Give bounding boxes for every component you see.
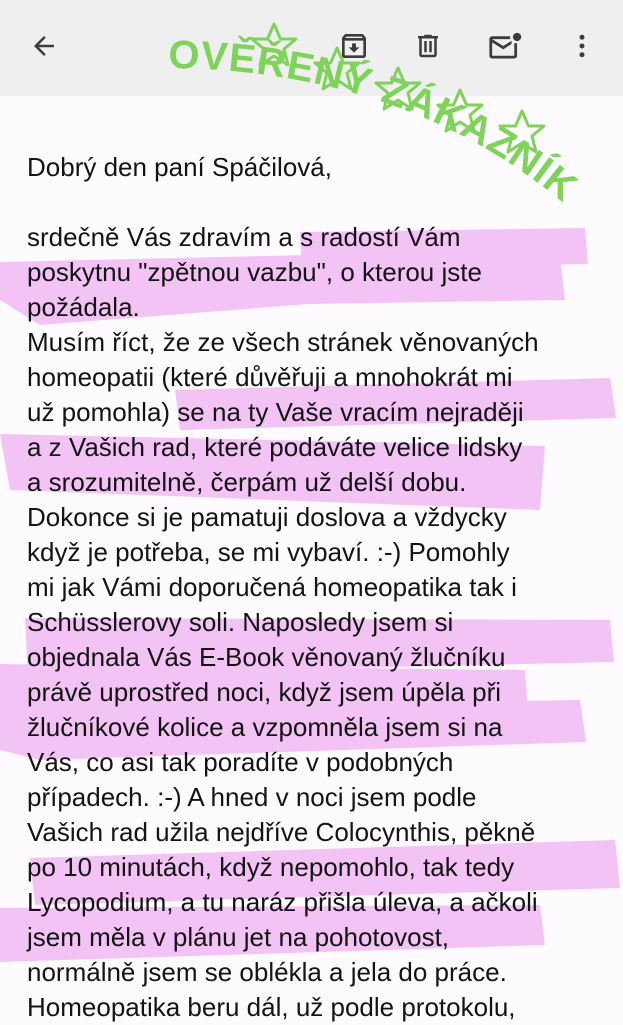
back-button[interactable] bbox=[18, 20, 70, 72]
email-line: případech. :-) A hned v noci jsem podle bbox=[27, 782, 477, 812]
delete-button[interactable] bbox=[402, 20, 454, 72]
email-line: a z Vašich rad, které podáváte velice li… bbox=[27, 432, 523, 462]
more-vert-icon bbox=[579, 34, 585, 58]
email-line: Schüsslerovy soli. Naposledy jsem si bbox=[27, 607, 454, 637]
email-line: srdečně Vás zdravím a s radostí Vám bbox=[27, 222, 461, 252]
top-app-bar bbox=[0, 0, 623, 96]
star-outline-icon bbox=[498, 109, 546, 154]
email-line: žlučníkové kolice a vzpomněla jsem si na bbox=[27, 712, 503, 742]
email-line: Vašich rad užila nejdříve Colocynthis, p… bbox=[27, 817, 536, 847]
archive-icon bbox=[342, 34, 366, 58]
mail-unread-icon bbox=[489, 32, 522, 59]
more-options-button[interactable] bbox=[556, 20, 608, 72]
mark-unread-button[interactable] bbox=[480, 20, 532, 72]
email-line: mi jak Vámi doporučená homeopatika tak i bbox=[27, 572, 517, 602]
email-line: homeopatii (které důvěřuji a mnohokrát m… bbox=[27, 362, 513, 392]
email-body: Dobrý den paní Spáčilová, srdečně Vás zd… bbox=[27, 150, 617, 1025]
email-line: právě uprostřed noci, když jsem úpěla př… bbox=[27, 677, 502, 707]
arrow-back-icon bbox=[34, 36, 54, 56]
email-line: normálně jsem se oblékla a jela do práce… bbox=[27, 957, 507, 987]
email-line: když je potřeba, se mi vybaví. :-) Pomoh… bbox=[27, 537, 510, 567]
archive-button[interactable] bbox=[328, 20, 380, 72]
star-outline-icon bbox=[436, 88, 484, 133]
email-line: požádala. bbox=[27, 292, 140, 322]
trash-icon bbox=[418, 34, 438, 58]
email-line: Musím říct, že ze všech stránek věnovaný… bbox=[27, 327, 539, 357]
email-line: Homeopatika beru dál, už podle protokolu… bbox=[27, 992, 516, 1022]
email-greeting: Dobrý den paní Spáčilová, bbox=[27, 152, 332, 182]
email-line: Lycopodium, a tu naráz přišla úleva, a a… bbox=[27, 887, 538, 917]
email-line: poskytnu "zpětnou vazbu", o kterou jste bbox=[27, 257, 482, 287]
email-line: jsem měla v plánu jet na pohotovost, bbox=[27, 922, 450, 952]
email-line: a srozumitelně, čerpám už delší dobu. bbox=[27, 467, 467, 497]
email-line: už pomohla) se na ty Vaše vracím nejradě… bbox=[27, 397, 524, 427]
email-line: Dokonce si je pamatuji doslova a vždycky bbox=[27, 502, 507, 532]
email-line: po 10 minutách, když nepomohlo, tak tedy bbox=[27, 852, 515, 882]
email-line: Vás, co asi tak poradíte v podobných bbox=[27, 747, 454, 777]
email-line: objednala Vás E-Book věnovaný žlučníku bbox=[27, 642, 506, 672]
